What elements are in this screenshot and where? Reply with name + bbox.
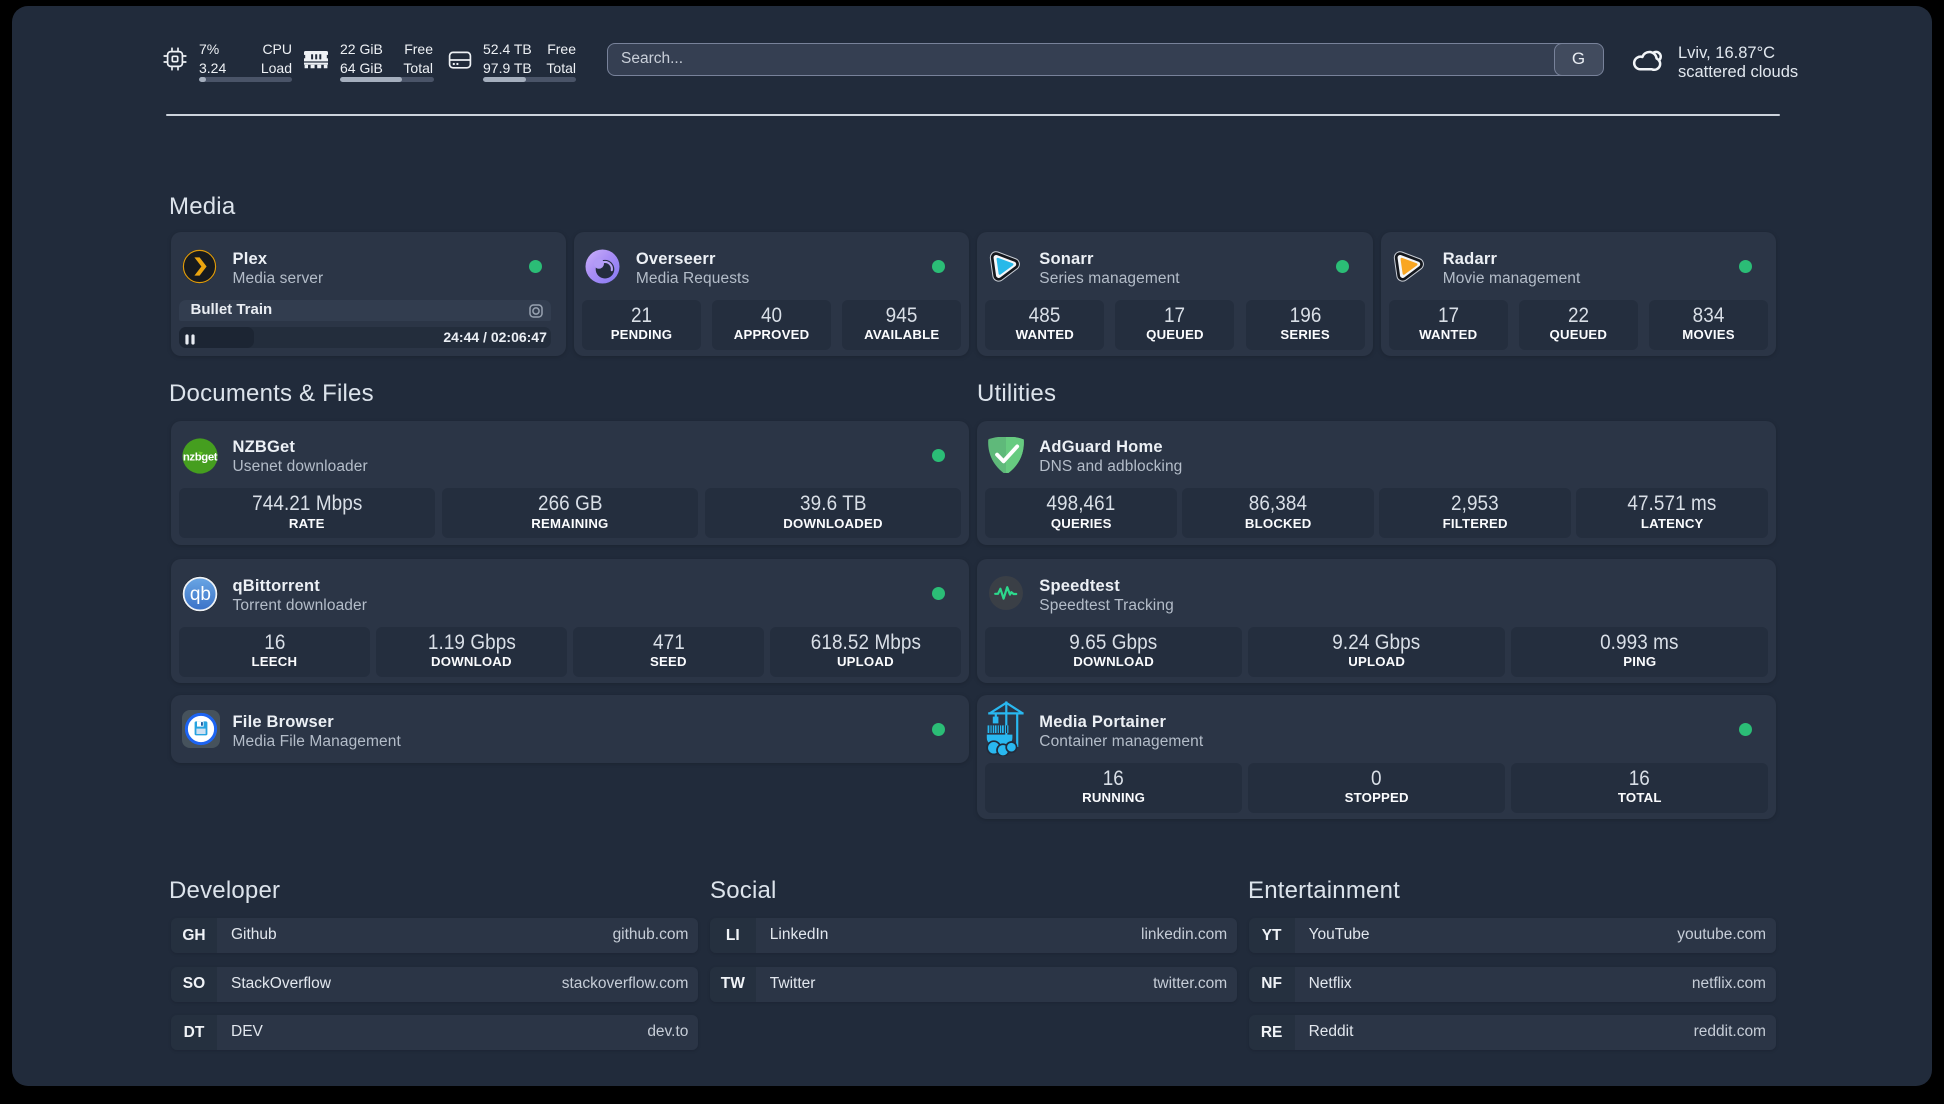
svg-text:qb: qb — [189, 584, 210, 605]
svg-text:nzbget: nzbget — [182, 451, 217, 463]
